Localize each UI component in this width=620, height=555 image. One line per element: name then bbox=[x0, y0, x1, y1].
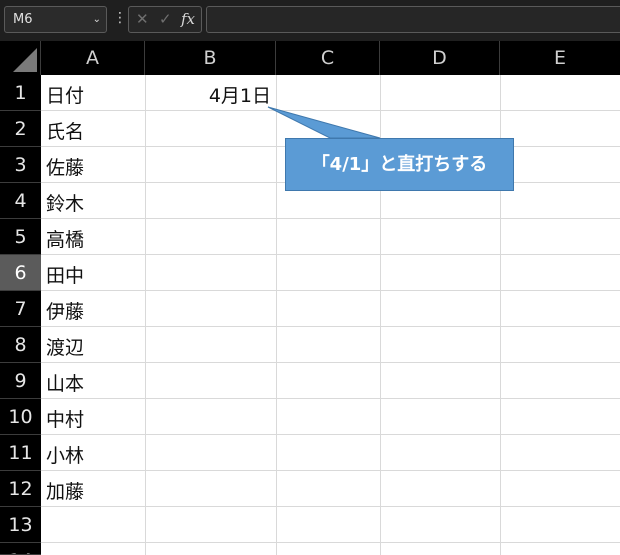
callout-pointer bbox=[267, 106, 381, 139]
callout-shape[interactable]: 「4/1」と直打ちする bbox=[285, 138, 514, 191]
callout-pointer-shape bbox=[267, 106, 381, 139]
callout-text: 「4/1」と直打ちする bbox=[311, 154, 488, 175]
